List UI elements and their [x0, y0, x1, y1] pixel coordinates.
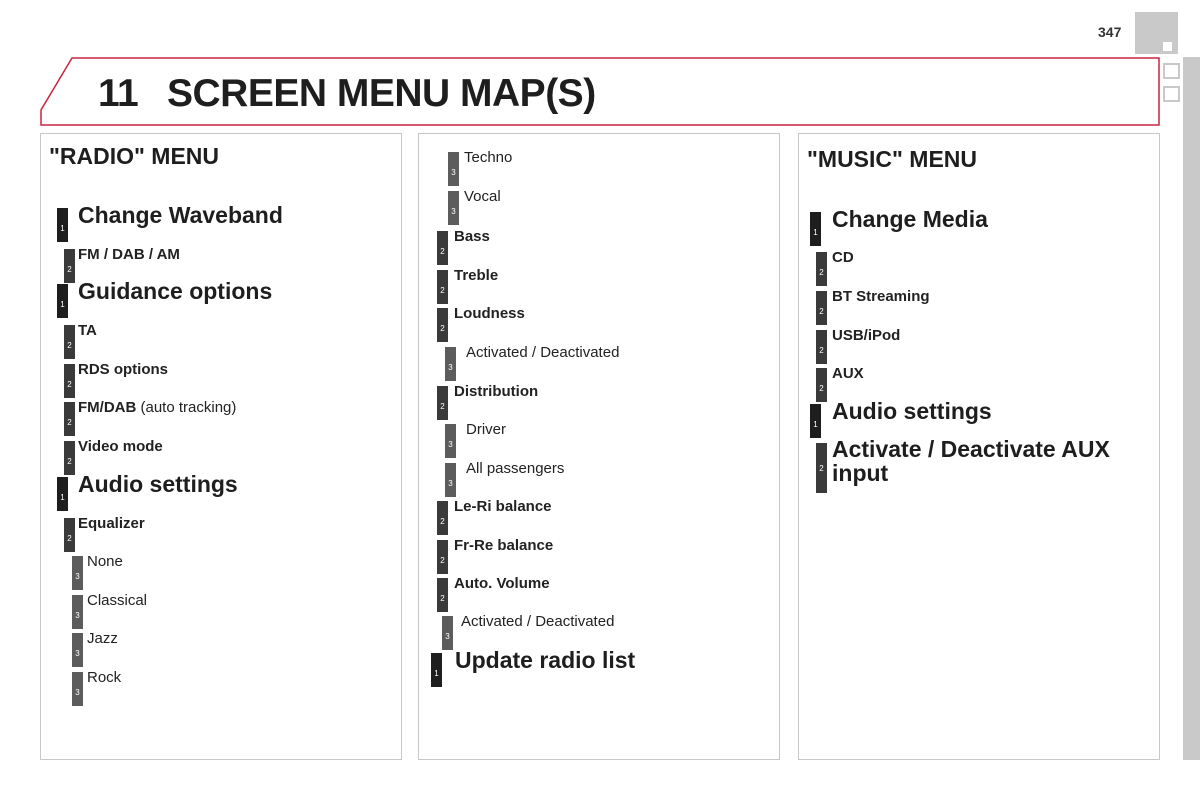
level-2-badge: 2	[64, 249, 75, 283]
menu-item-label: Activate / Deactivate AUX input	[832, 436, 1110, 486]
level-3-badge: 3	[72, 633, 83, 667]
radio-menu-continued-panel: 3 Techno 3 Vocal 2 Bass 2 Treble 2 Loudn…	[418, 133, 780, 760]
menu-item-label: FM / DAB / AM	[78, 246, 180, 263]
level-3-badge: 3	[445, 347, 456, 381]
level-2-badge: 2	[437, 308, 448, 342]
level-2-badge: 2	[816, 443, 827, 493]
menu-item-label: Guidance options	[78, 278, 273, 304]
menu-item-label: Jazz	[87, 630, 118, 647]
level-2-badge: 2	[437, 386, 448, 420]
menu-item-label: Rock	[87, 669, 122, 686]
menu-item-label: Fr-Re balance	[454, 537, 554, 554]
level-3-badge: 3	[445, 463, 456, 497]
page-number: 347	[1098, 24, 1122, 40]
menu-item-label: Audio settings	[832, 398, 992, 424]
menu-item-label: TA	[78, 322, 97, 339]
corner-tab-marker	[1163, 42, 1172, 51]
menu-item-label: Video mode	[78, 438, 163, 455]
menu-item-label: All passengers	[466, 460, 565, 477]
level-2-badge: 2	[64, 518, 75, 552]
level-1-badge: 1	[57, 284, 68, 318]
level-2-badge: 2	[816, 252, 827, 286]
level-2-badge: 2	[437, 231, 448, 265]
menu-item-label: Classical	[87, 592, 148, 609]
menu-item-label: Vocal	[464, 188, 501, 205]
level-3-badge: 3	[445, 424, 456, 458]
section-tab-square	[1163, 86, 1180, 102]
side-thumb-strip	[1183, 57, 1200, 760]
menu-item-label: Auto. Volume	[454, 575, 550, 592]
level-2-badge: 2	[437, 540, 448, 574]
menu-item-label: Change Waveband	[78, 202, 283, 228]
menu-item-label: Audio settings	[78, 471, 238, 497]
level-2-badge: 2	[437, 578, 448, 612]
level-2-badge: 2	[816, 291, 827, 325]
music-menu-heading: "MUSIC" MENU	[807, 146, 978, 172]
menu-item-label: Loudness	[454, 305, 525, 322]
level-1-badge: 1	[810, 404, 821, 438]
level-2-badge: 2	[64, 325, 75, 359]
chapter-number: 11	[98, 72, 139, 115]
level-2-badge: 2	[64, 441, 75, 475]
menu-item-label: Le-Ri balance	[454, 498, 552, 515]
level-1-badge: 1	[57, 208, 68, 242]
menu-item-label: None	[87, 553, 123, 570]
menu-item-label: Driver	[466, 421, 506, 438]
level-2-badge: 2	[64, 364, 75, 398]
level-3-badge: 3	[72, 595, 83, 629]
level-3-badge: 3	[72, 672, 83, 706]
menu-item-label: Change Media	[832, 206, 988, 232]
music-menu-panel: "MUSIC" MENU 1 Change Media 2 CD 2 BT St…	[798, 133, 1160, 760]
menu-item-label: Activated / Deactivated	[466, 344, 620, 361]
menu-item-label: Equalizer	[78, 515, 145, 532]
menu-item-label: AUX	[832, 365, 864, 382]
level-1-badge: 1	[57, 477, 68, 511]
level-3-badge: 3	[442, 616, 453, 650]
chapter-title: SCREEN MENU MAP(S)	[167, 72, 596, 115]
menu-item-note: (auto tracking)	[136, 399, 237, 416]
corner-tab-block	[1135, 12, 1178, 54]
level-1-badge: 1	[810, 212, 821, 246]
menu-item-label: USB/iPod	[832, 327, 901, 344]
menu-item-label: Treble	[454, 267, 499, 284]
level-2-badge: 2	[816, 330, 827, 364]
menu-item-label: FM/DAB (auto tracking)	[78, 399, 237, 416]
menu-item-label: Activated / Deactivated	[461, 613, 615, 630]
radio-menu-panel: "RADIO" MENU 1 Change Waveband 2 FM / DA…	[40, 133, 402, 760]
section-tab-square	[1163, 63, 1180, 79]
menu-item-label: Distribution	[454, 383, 539, 400]
radio-menu-heading: "RADIO" MENU	[49, 143, 220, 169]
level-3-badge: 3	[72, 556, 83, 590]
menu-item-label: Update radio list	[455, 647, 636, 673]
menu-item-label: Techno	[464, 149, 513, 166]
menu-item-label: RDS options	[78, 361, 168, 378]
level-2-badge: 2	[437, 501, 448, 535]
level-2-badge: 2	[64, 402, 75, 436]
menu-item-label: Bass	[454, 228, 490, 245]
menu-item-label: BT Streaming	[832, 288, 930, 305]
level-1-badge: 1	[431, 653, 442, 687]
menu-item-label: CD	[832, 249, 854, 266]
level-3-badge: 3	[448, 191, 459, 225]
level-2-badge: 2	[816, 368, 827, 402]
level-3-badge: 3	[448, 152, 459, 186]
level-2-badge: 2	[437, 270, 448, 304]
